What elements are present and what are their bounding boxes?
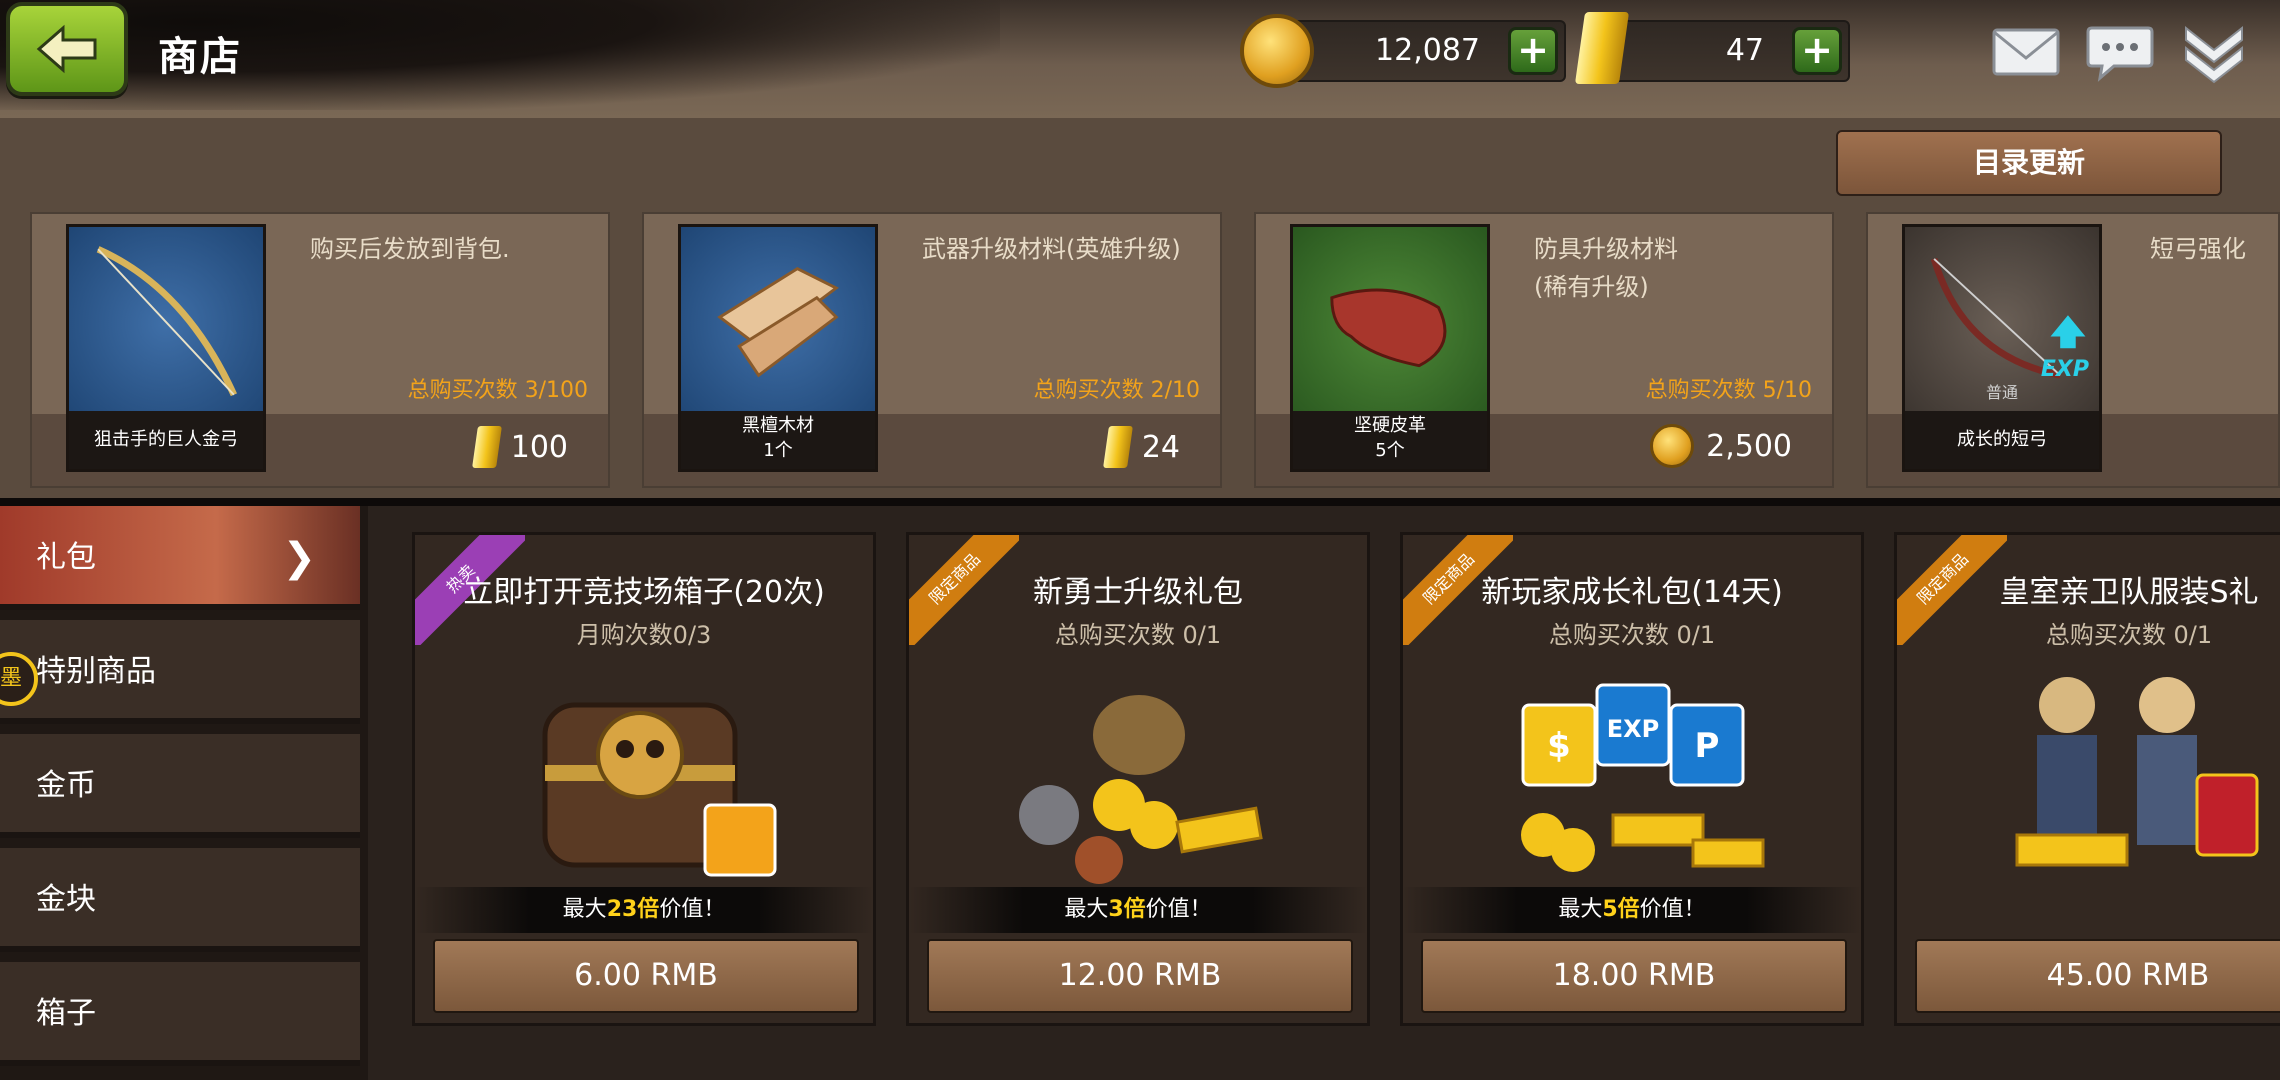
tab-label: 特别商品: [36, 654, 156, 689]
pack-limit: 总购买次数 0/1: [1548, 621, 1716, 649]
brush-stroke-decoration: [0, 0, 1000, 110]
tab-boxes[interactable]: 箱子: [0, 962, 360, 1066]
pack-limit: 总购买次数 0/1: [2045, 621, 2213, 649]
price-value: 24: [1141, 429, 1180, 465]
buy-button[interactable]: 45.00 RMB: [1915, 939, 2280, 1013]
pack-card[interactable]: 热卖 立即打开竞技场箱子(20次) 月购次数0/3 最大23倍价值！ 6.00 …: [412, 532, 876, 1026]
catalog-item-card[interactable]: 坚硬皮革 防具升级材料 (稀有升级) 总购买次数 5/10 2,500 5个: [1254, 212, 1834, 488]
pack-card[interactable]: 限定商品 新玩家成长礼包(14天) 总购买次数 0/1 $ EXP P 最大5倍…: [1400, 532, 1864, 1026]
point-boost-icon: P: [1695, 726, 1720, 766]
item-quantity: 1个: [763, 440, 793, 461]
purchase-count: 总购买次数 3/100: [407, 378, 588, 403]
catalog-item-card[interactable]: EXP 普通 成长的短弓 短弓强化: [1866, 212, 2280, 488]
item-description: 武器升级材料(英雄升级): [922, 235, 1181, 263]
item-description: 短弓强化: [2150, 235, 2246, 263]
item-thumbnail: EXP 普通 成长的短弓: [1902, 224, 2102, 472]
item-price: 100: [471, 426, 568, 468]
shop-screen: 商店 12,087 + 47 + 目录更新 狙击手的巨人金弓 购买后发放到背包.: [0, 0, 2280, 1080]
catalog-refresh-button[interactable]: 目录更新: [1836, 130, 2222, 196]
pack-title: 新玩家成长礼包(14天): [1481, 575, 1783, 610]
add-gold-button[interactable]: +: [1792, 27, 1842, 75]
item-name: 成长的短弓: [1905, 411, 2099, 469]
tab-label: 金币: [36, 768, 96, 803]
coin-icon: [1650, 424, 1695, 468]
pack-value-banner: 最大23倍价值！: [415, 887, 873, 933]
tab-gold[interactable]: 金块: [0, 848, 360, 952]
buy-button[interactable]: 12.00 RMB: [927, 939, 1353, 1013]
gold-amount: 47: [1725, 33, 1764, 68]
pack-card[interactable]: 限定商品 新勇士升级礼包 总购买次数 0/1 最大3倍价值！ 12.00 RMB: [906, 532, 1370, 1026]
buy-button[interactable]: 6.00 RMB: [433, 939, 859, 1013]
item-description: 防具升级材料 (稀有升级): [1534, 230, 1678, 306]
treasure-chest-icon: [542, 702, 777, 877]
catalog-item-card[interactable]: 狙击手的巨人金弓 购买后发放到背包. 总购买次数 3/100 100: [30, 212, 610, 488]
tab-special-items[interactable]: 特别商品: [0, 620, 360, 724]
desc-line: 防具升级材料: [1534, 235, 1678, 263]
back-button[interactable]: [6, 2, 128, 96]
pack-value-banner: 最大5倍价值！: [1403, 887, 1861, 933]
chat-icon[interactable]: [2084, 20, 2156, 84]
exp-boost-icon: EXP: [1607, 715, 1660, 743]
purchase-count: 总购买次数 2/10: [1033, 378, 1200, 403]
item-thumbnail: 狙击手的巨人金弓: [66, 224, 266, 472]
mail-icon[interactable]: [1990, 20, 2062, 84]
wood-planks-icon: [717, 266, 839, 378]
item-thumbnail: 坚硬皮革: [1290, 224, 1490, 472]
coin-balance: 12,087 +: [1270, 20, 1566, 82]
purchase-count: 总购买次数 5/10: [1645, 378, 1812, 403]
category-sidebar: 礼包 ❯ 特别商品 金币 金块 箱子: [0, 506, 368, 1080]
catalog-item-card[interactable]: 黑檀木材 武器升级材料(英雄升级) 总购买次数 2/10 24 1个: [642, 212, 1222, 488]
page-title: 商店: [158, 34, 242, 80]
tab-label: 礼包: [36, 540, 96, 575]
add-coins-button[interactable]: +: [1508, 27, 1558, 75]
pack-value-banner: 最大3倍价值！: [909, 887, 1367, 933]
pack-title: 皇室亲卫队服装S礼: [1999, 575, 2259, 610]
materials-bundle-icon: [1019, 695, 1263, 884]
desc-line: (稀有升级): [1534, 273, 1649, 301]
chevron-double-down-icon[interactable]: [2178, 20, 2250, 84]
growth-pack-icon: $ EXP P: [1521, 683, 1765, 872]
tab-coins[interactable]: 金币: [0, 734, 360, 838]
price-value: 100: [510, 429, 568, 465]
pack-limit: 月购次数0/3: [576, 621, 712, 649]
coin-icon: [1240, 14, 1314, 88]
tab-label: 金块: [36, 882, 96, 917]
tab-gift-packs[interactable]: 礼包 ❯: [0, 506, 360, 610]
item-price: 24: [1102, 426, 1180, 468]
golden-bow-icon: [96, 246, 237, 397]
item-description: 购买后发放到背包.: [310, 235, 510, 263]
coin-boost-icon: $: [1547, 726, 1571, 766]
item-name: 狙击手的巨人金弓: [69, 411, 263, 469]
item-price: 2,500: [1650, 424, 1792, 468]
pack-limit: 总购买次数 0/1: [1054, 621, 1222, 649]
item-quantity: 5个: [1375, 440, 1405, 461]
gold-bar-icon: [471, 426, 502, 468]
coin-amount: 12,087: [1375, 33, 1480, 68]
gold-bar-icon: [1102, 426, 1133, 468]
tab-label: 箱子: [36, 996, 96, 1031]
item-thumbnail: 黑檀木材: [678, 224, 878, 472]
arrow-left-icon: [36, 24, 97, 74]
gold-balance: 47 +: [1600, 20, 1850, 82]
buy-button[interactable]: 18.00 RMB: [1421, 939, 1847, 1013]
pack-card[interactable]: 限定商品 皇室亲卫队服装S礼 总购买次数 0/1 45.00 RMB: [1894, 532, 2280, 1026]
pack-title: 立即打开竞技场箱子(20次): [463, 575, 825, 610]
leather-icon: [1330, 288, 1447, 368]
section-divider: [0, 498, 2280, 506]
item-grade: 普通: [1985, 383, 2018, 402]
price-value: 2,500: [1706, 428, 1792, 464]
chevron-right-icon: ❯: [282, 535, 316, 581]
pack-title: 新勇士升级礼包: [1033, 575, 1243, 610]
costume-set-icon: [2015, 677, 2259, 867]
